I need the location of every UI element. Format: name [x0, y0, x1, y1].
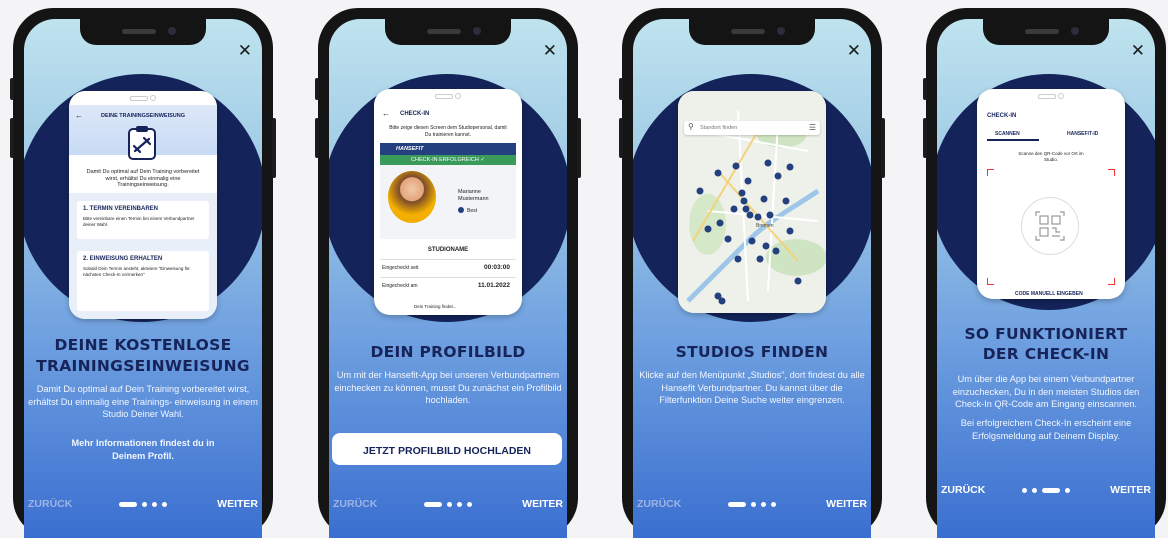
screen-description: Damit Du optimal auf Dein Training vorbe…	[28, 384, 258, 419]
manual-code-link[interactable]: CODE MANUELL EINGEBEN	[1015, 291, 1083, 297]
mini-tier: Best	[467, 208, 478, 214]
close-icon[interactable]: ✕	[1131, 41, 1145, 61]
page-indicator	[728, 502, 776, 507]
page-indicator	[1022, 488, 1070, 493]
next-button[interactable]: WEITER	[1110, 484, 1151, 496]
upload-photo-button[interactable]: JETZT PROFILBILD HOCHLADEN	[332, 433, 562, 465]
mini-hint: Scanne den QR-Code vor Ort im Studio.	[1018, 151, 1084, 162]
screen-title-line2: DER CHECK-IN	[982, 345, 1110, 363]
back-arrow-icon: ←	[382, 109, 390, 118]
screen-description: Um über die App bei einem Verbundpartner…	[952, 374, 1140, 409]
avatar	[388, 171, 436, 223]
screen-title-line1: STUDIOS FINDEN	[675, 343, 829, 361]
next-button[interactable]: WEITER	[217, 498, 258, 510]
mini-step1-text: Bitte vereinbare einen Termin bei einem …	[83, 216, 195, 227]
tab-hansefit-id[interactable]: HANSEFIT-ID	[1067, 131, 1098, 137]
mini-intro: Damit Du optimal auf Dein Training vorbe…	[86, 169, 200, 188]
screen-4: CHECK-IN SCANNEN HANSEFIT-ID Scanne den …	[937, 19, 1155, 538]
mini-brand: HANSEFIT	[396, 146, 424, 152]
mini-intro: Bitte zeige diesen Screen dem Studiopers…	[389, 125, 507, 138]
screen-title-line1: DEINE KOSTENLOSE	[54, 336, 232, 354]
phone-2: ← CHECK-IN Bitte zeige diesen Screen dem…	[315, 8, 581, 538]
page-indicator	[119, 502, 167, 507]
back-button[interactable]: ZURÜCK	[333, 498, 377, 510]
mini-step1-title: 1. TERMIN VEREINBAREN	[83, 206, 159, 212]
screen-title-line1: DEIN PROFILBILD	[370, 343, 526, 361]
mini-row2-value: 11.01.2022	[477, 282, 510, 289]
mini-header: CHECK-IN	[987, 113, 1017, 119]
screen-2: ← CHECK-IN Bitte zeige diesen Screen dem…	[329, 19, 567, 538]
mini-row1-value: 00:03:00	[483, 264, 510, 271]
upload-photo-button-label: JETZT PROFILBILD HOCHLADEN	[363, 445, 531, 457]
mini-success: CHECK-IN ERFOLGREICH ✓	[411, 157, 485, 163]
qr-code-icon	[1021, 197, 1079, 255]
mini-header: CHECK-IN	[400, 111, 430, 117]
phone-1: ← DEINE TRAININGSEINWEISUNG Damit Du opt…	[10, 8, 276, 538]
mini-member-name: Marianne Mustermann	[458, 189, 489, 202]
next-button[interactable]: WEITER	[522, 498, 563, 510]
dumbbell-clipboard-icon	[125, 125, 159, 161]
mini-row2-label: Eingecheckt am	[382, 283, 418, 289]
mini-header: DEINE TRAININGSEINWEISUNG	[100, 113, 186, 119]
mini-step2-title: 2. EINWEISUNG ERHALTEN	[83, 256, 163, 262]
screen-description: Um mit der Hansefit-App bei unseren Verb…	[334, 370, 562, 405]
close-icon[interactable]: ✕	[238, 41, 252, 61]
close-icon[interactable]: ✕	[543, 41, 557, 61]
preview-checkin-screen: ← CHECK-IN Bitte zeige diesen Screen dem…	[374, 89, 522, 315]
mini-step2-text: Sobald Dein Termin ansteht, aktiviere "E…	[83, 266, 190, 277]
back-button[interactable]: ZURÜCK	[637, 498, 681, 510]
phone-4: CHECK-IN SCANNEN HANSEFIT-ID Scanne den …	[923, 8, 1166, 538]
page-indicator	[424, 502, 472, 507]
mini-studio-name: STUDIONAME	[427, 247, 469, 253]
mini-row1-label: Eingecheckt seit	[382, 265, 419, 271]
preview-training-screen: ← DEINE TRAININGSEINWEISUNG Damit Du opt…	[69, 91, 217, 319]
back-button[interactable]: ZURÜCK	[941, 484, 985, 496]
back-button[interactable]: ZURÜCK	[28, 498, 72, 510]
close-icon[interactable]: ✕	[847, 41, 861, 61]
next-button[interactable]: WEITER	[826, 498, 867, 510]
screen-title-line1: SO FUNKTIONIERT	[964, 325, 1128, 343]
map-city-label: Bremen	[756, 223, 774, 229]
screen-3: ⚲ Standort finden ☰ Bremen ✕ STUDIOS FIN…	[633, 19, 871, 538]
mini-footer: Dein Training findet...	[414, 304, 457, 309]
phone-3: ⚲ Standort finden ☰ Bremen ✕ STUDIOS FIN…	[619, 8, 885, 538]
preview-scan-screen: CHECK-IN SCANNEN HANSEFIT-ID Scanne den …	[977, 89, 1125, 299]
screen-description-more: Mehr Informationen findest du in Deinem …	[71, 438, 215, 461]
screen-description-more: Bei erfolgreichem Check-In erscheint ein…	[960, 418, 1132, 441]
screen-1: ← DEINE TRAININGSEINWEISUNG Damit Du opt…	[24, 19, 262, 538]
tab-scan[interactable]: SCANNEN	[995, 131, 1020, 137]
preview-map-screen: ⚲ Standort finden ☰ Bremen	[678, 91, 826, 313]
screen-title-line2: TRAININGSEINWEISUNG	[36, 357, 250, 375]
screen-description: Klicke auf den Menüpunkt „Studios", dort…	[639, 370, 865, 405]
